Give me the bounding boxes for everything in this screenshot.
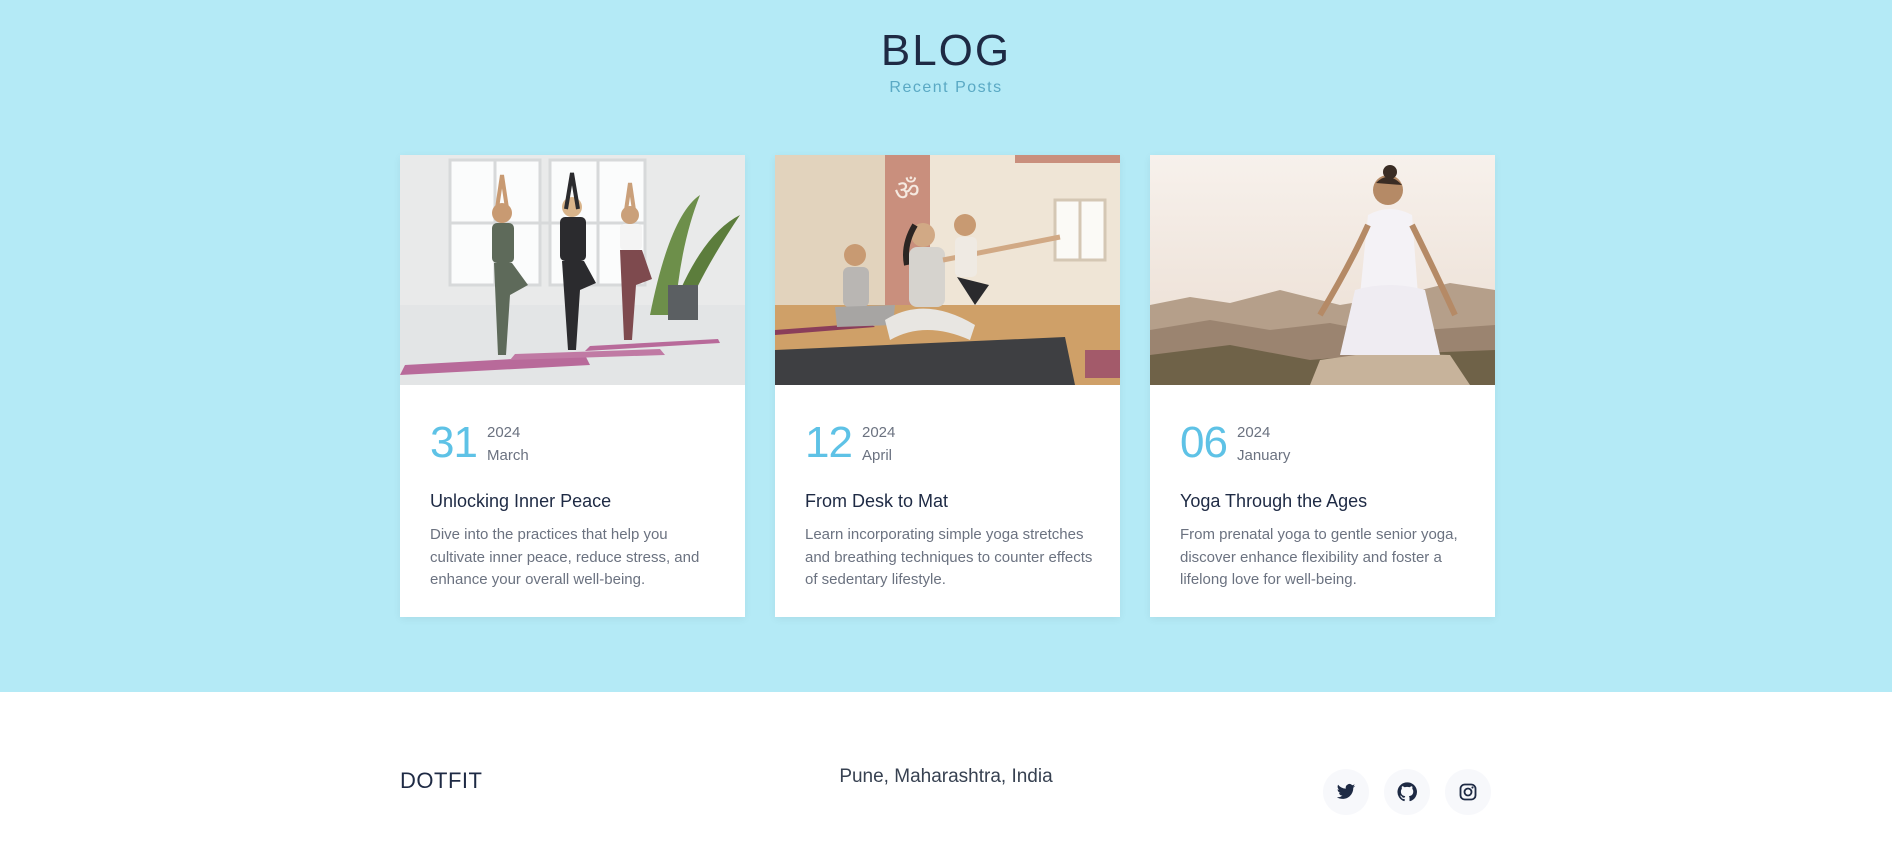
post-month: March xyxy=(487,447,529,464)
blog-title: BLOG xyxy=(880,26,1012,75)
github-icon xyxy=(1397,782,1417,802)
post-title[interactable]: From Desk to Mat xyxy=(805,490,948,512)
blog-card[interactable]: 31 2024 March Unlocking Inner Peace Dive… xyxy=(400,155,745,617)
blog-card[interactable]: ॐ 12 2024 April From Desk to Mat Learn i… xyxy=(775,155,1120,617)
blog-card[interactable]: 06 2024 January Yoga Through the Ages Fr… xyxy=(1150,155,1495,617)
twitter-icon xyxy=(1336,784,1356,799)
post-title[interactable]: Unlocking Inner Peace xyxy=(430,490,611,512)
blog-header: BLOG Recent Posts xyxy=(0,24,1892,98)
yoga-studio-stretch-image[interactable]: ॐ xyxy=(775,155,1120,385)
post-year: 2024 xyxy=(862,424,896,441)
meditation-mountain-image[interactable] xyxy=(1150,155,1495,385)
post-month: April xyxy=(862,447,893,464)
instagram-icon xyxy=(1459,783,1477,801)
post-day: 06 xyxy=(1180,418,1228,467)
footer-location: Pune, Maharashtra, India xyxy=(839,766,1053,787)
post-day: 31 xyxy=(430,418,478,467)
post-excerpt: Dive into the practices that help you cu… xyxy=(430,526,700,588)
yoga-class-tree-pose-image[interactable] xyxy=(400,155,745,385)
blog-section: BLOG Recent Posts 31 2024 March Unlockin… xyxy=(0,0,1892,692)
post-year: 2024 xyxy=(1237,424,1271,441)
footer: DOTFIT Pune, Maharashtra, India xyxy=(0,692,1892,861)
twitter-link[interactable] xyxy=(1323,769,1369,815)
instagram-link[interactable] xyxy=(1445,769,1491,815)
post-excerpt: Learn incorporating simple yoga stretche… xyxy=(805,526,1093,588)
post-title[interactable]: Yoga Through the Ages xyxy=(1180,490,1367,512)
github-link[interactable] xyxy=(1384,769,1430,815)
post-excerpt: From prenatal yoga to gentle senior yoga… xyxy=(1180,526,1458,588)
post-year: 2024 xyxy=(487,424,521,441)
blog-cards: 31 2024 March Unlocking Inner Peace Dive… xyxy=(400,155,1495,617)
post-month: January xyxy=(1237,447,1291,464)
blog-subtitle: Recent Posts xyxy=(889,79,1003,96)
post-day: 12 xyxy=(805,418,853,467)
svg-text:ॐ: ॐ xyxy=(894,174,920,207)
